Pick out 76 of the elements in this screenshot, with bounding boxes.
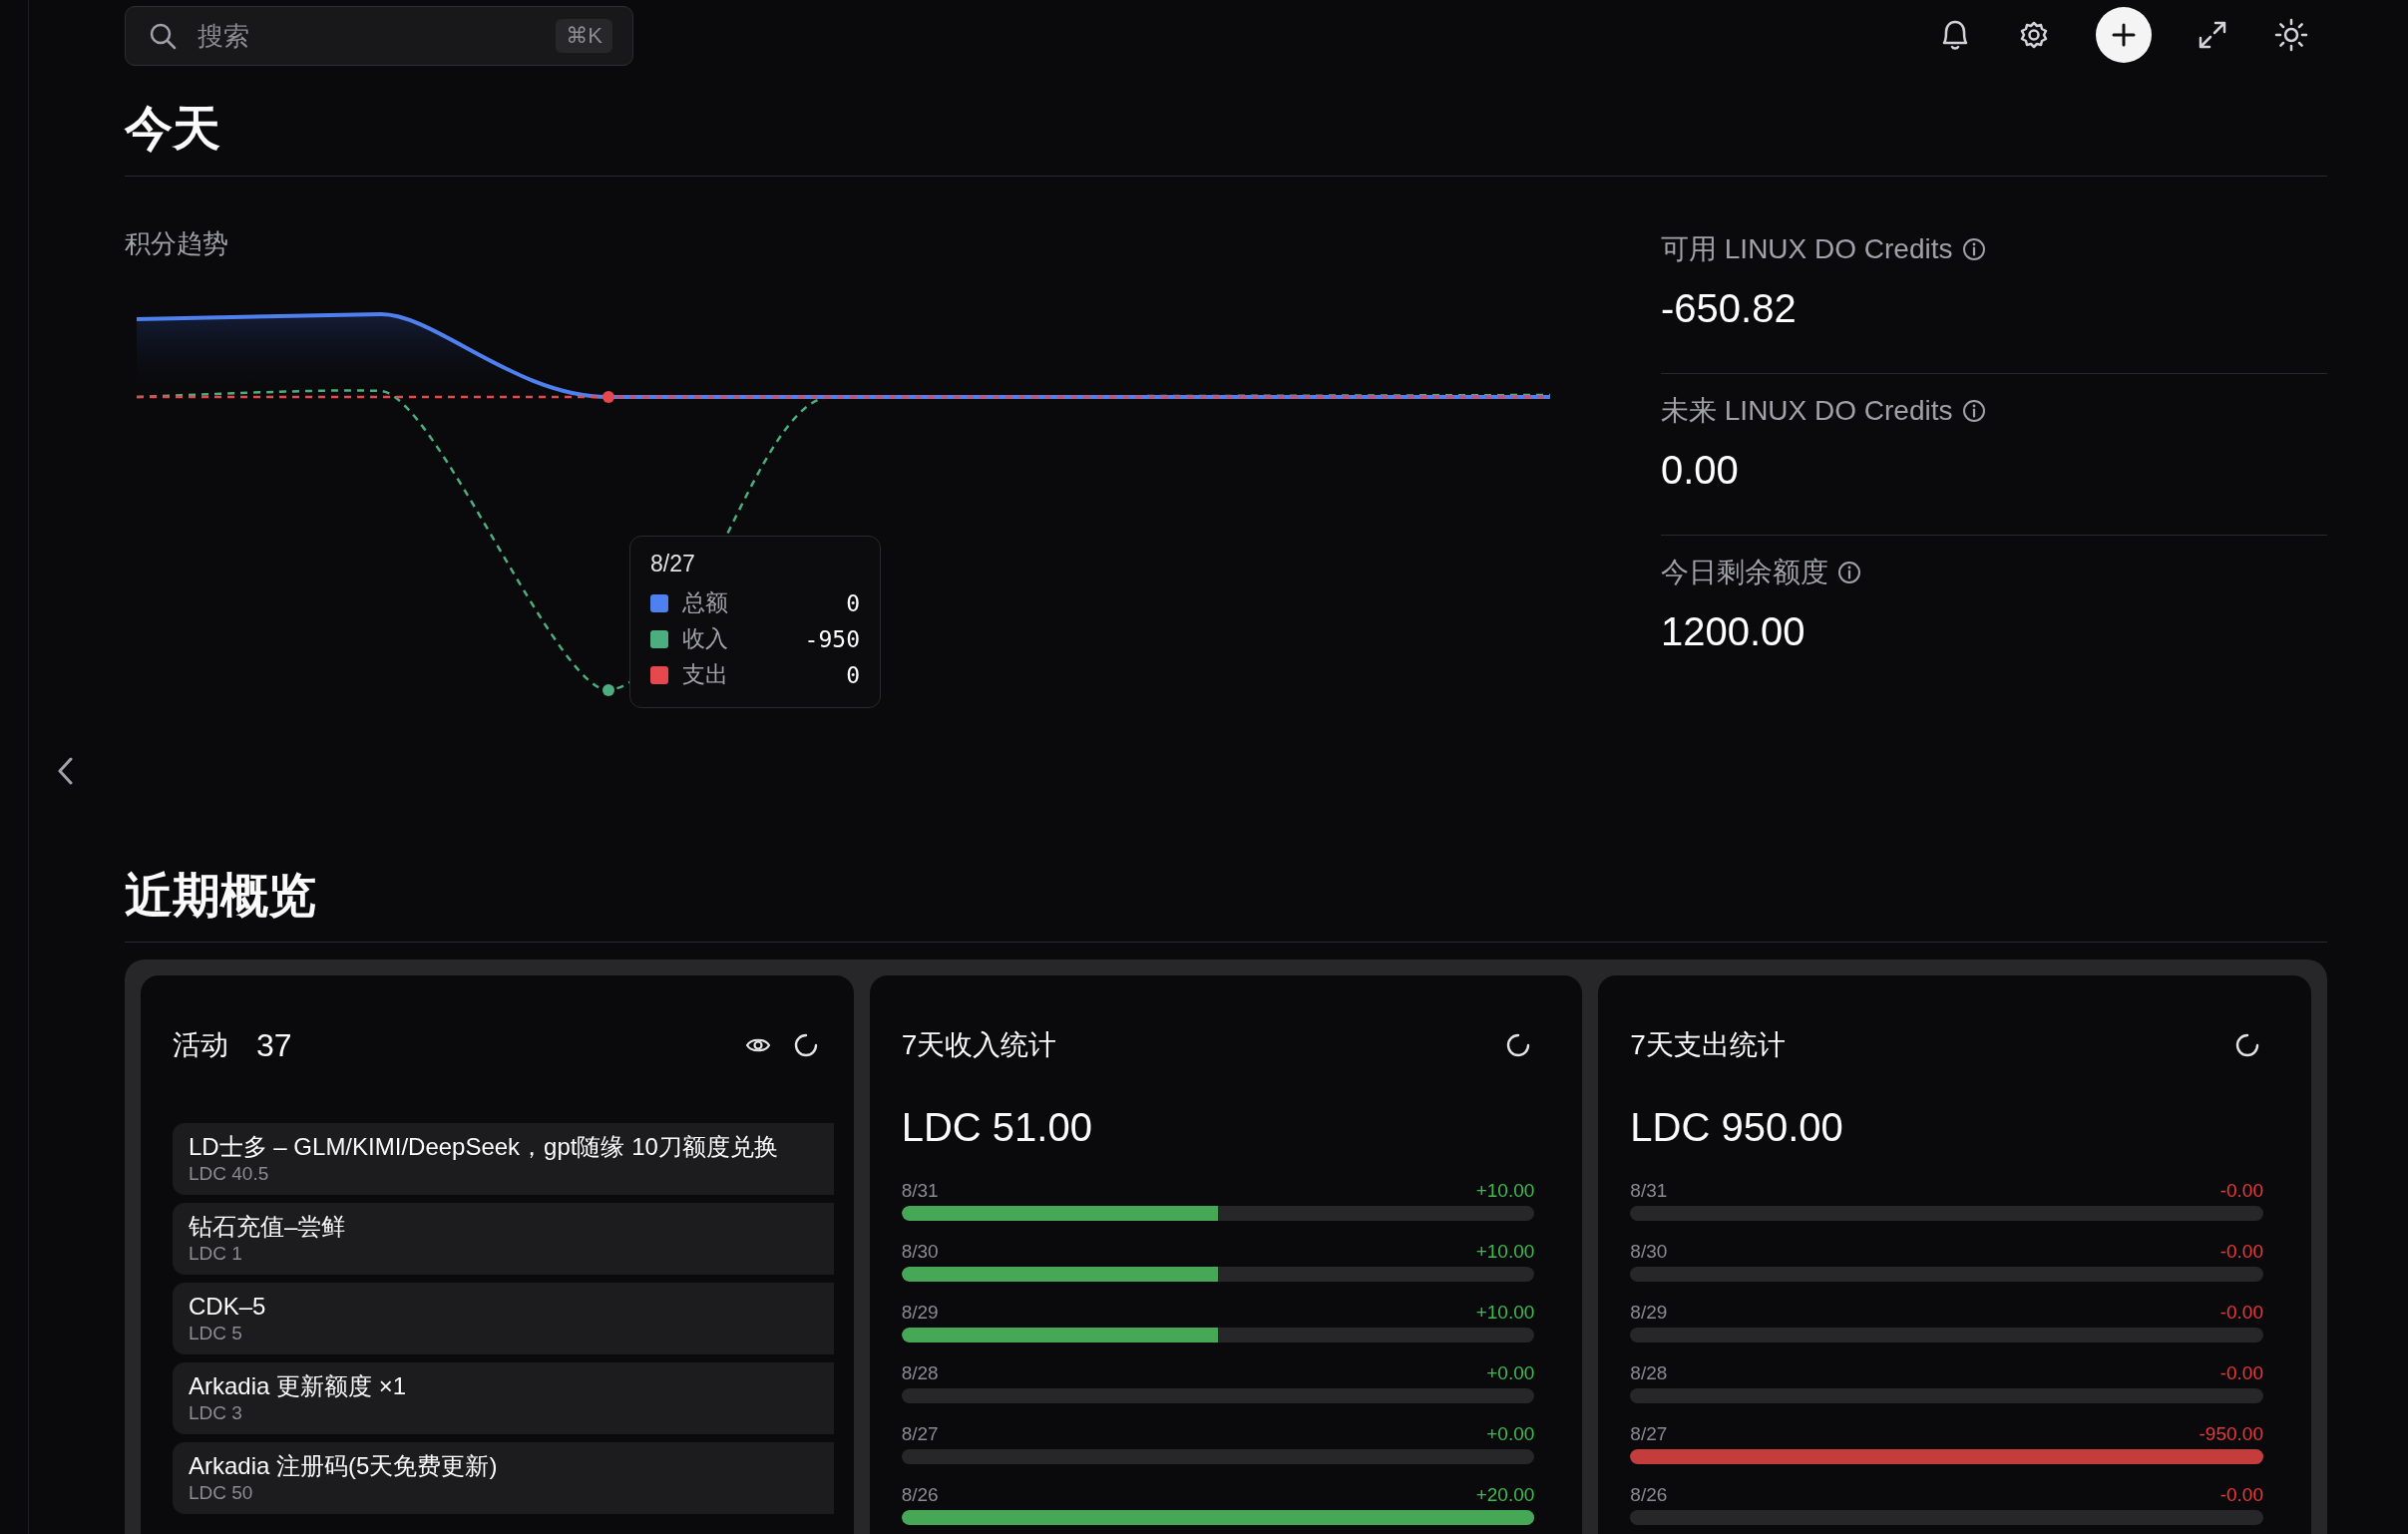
day-amount: -0.00 bbox=[2219, 1241, 2263, 1264]
day-amount: +10.00 bbox=[1475, 1180, 1535, 1203]
legend-value: 0 bbox=[846, 661, 860, 688]
stat-label: 未来 LINUX DO Credits bbox=[1661, 393, 1953, 428]
chart-point bbox=[602, 390, 614, 403]
day-amount: +0.00 bbox=[1486, 1423, 1535, 1446]
card-total: LDC 950.00 bbox=[1630, 1105, 1844, 1151]
sun-icon[interactable] bbox=[2273, 17, 2309, 53]
card-title: 7天支出统计 bbox=[1630, 1028, 1786, 1063]
day-date: 8/29 bbox=[901, 1302, 939, 1325]
section-title: 近期概览 bbox=[125, 867, 317, 924]
day-amount: +10.00 bbox=[1475, 1241, 1535, 1264]
legend-label: 收入 bbox=[682, 624, 728, 654]
info-icon[interactable] bbox=[1960, 235, 1987, 262]
chart-point bbox=[602, 683, 614, 696]
activity-title: CDK–5 bbox=[189, 1291, 267, 1322]
activity-amount: LDC 50 bbox=[189, 1480, 254, 1505]
refresh-icon[interactable] bbox=[1505, 1032, 1532, 1059]
chart-title: 积分趋势 bbox=[125, 226, 229, 260]
activity-title: 钻石充值–尝鲜 bbox=[189, 1212, 347, 1243]
info-icon[interactable] bbox=[1960, 397, 1987, 424]
day-date: 8/30 bbox=[1630, 1241, 1668, 1264]
legend-value: -950 bbox=[804, 625, 860, 652]
stat-label: 今日剩余额度 bbox=[1661, 555, 1828, 589]
add-button[interactable] bbox=[2096, 7, 2152, 63]
plus-icon bbox=[2111, 22, 2137, 48]
legend-value: 0 bbox=[846, 589, 860, 616]
shortcut-hint: ⌘K bbox=[556, 19, 612, 53]
day-amount: +20.00 bbox=[1475, 1484, 1535, 1507]
search-field[interactable]: 搜索 ⌘K bbox=[125, 6, 633, 66]
activity-count: 37 bbox=[256, 1026, 292, 1064]
stat-value: 0.00 bbox=[1661, 447, 1740, 493]
legend-label: 支出 bbox=[682, 660, 728, 690]
day-amount: -0.00 bbox=[2219, 1180, 2263, 1203]
day-date: 8/26 bbox=[1630, 1484, 1668, 1507]
activity-amount: LDC 3 bbox=[189, 1401, 243, 1425]
card-title: 7天收入统计 bbox=[901, 1028, 1057, 1063]
stat-value: -650.82 bbox=[1661, 285, 1798, 331]
activity-amount: LDC 40.5 bbox=[189, 1162, 270, 1187]
card-total: LDC 51.00 bbox=[901, 1105, 1093, 1151]
day-date: 8/31 bbox=[901, 1180, 939, 1203]
activity-item[interactable]: CDK–5 LDC 5 bbox=[173, 1282, 834, 1354]
day-amount: -0.00 bbox=[2219, 1484, 2263, 1507]
activity-item[interactable]: LD士多 – GLM/KIMI/DeepSeek，gpt随缘 10刀额度兑换 LDC 40.5 bbox=[173, 1123, 834, 1196]
search-input[interactable]: 搜索 bbox=[196, 19, 539, 53]
tooltip-date: 8/27 bbox=[650, 550, 696, 577]
card-title: 活动 bbox=[173, 1028, 228, 1063]
legend-label: 总额 bbox=[682, 588, 728, 618]
activity-item[interactable]: Arkadia 更新额度 ×1 LDC 3 bbox=[173, 1361, 834, 1434]
activity-item[interactable]: 钻石充值–尝鲜 LDC 1 bbox=[173, 1203, 834, 1275]
section-title: 今天 bbox=[125, 101, 221, 157]
day-amount: -0.00 bbox=[2219, 1362, 2263, 1385]
stat-value: 1200.00 bbox=[1661, 608, 1806, 654]
day-date: 8/27 bbox=[1630, 1423, 1668, 1446]
info-icon[interactable] bbox=[1836, 559, 1862, 585]
day-amount: -950.00 bbox=[2199, 1423, 2263, 1446]
day-amount: +10.00 bbox=[1475, 1302, 1535, 1325]
refresh-icon[interactable] bbox=[2234, 1032, 2260, 1059]
day-date: 8/29 bbox=[1630, 1302, 1668, 1325]
search-icon bbox=[148, 21, 178, 51]
activity-item[interactable]: Arkadia 注册码(5天免费更新) LDC 50 bbox=[173, 1441, 834, 1514]
refresh-icon[interactable] bbox=[792, 1032, 819, 1059]
day-date: 8/28 bbox=[1630, 1362, 1668, 1385]
day-amount: +0.00 bbox=[1486, 1362, 1535, 1385]
day-date: 8/31 bbox=[1630, 1180, 1668, 1203]
activity-title: Arkadia 注册码(5天免费更新) bbox=[189, 1450, 499, 1481]
day-date: 8/26 bbox=[901, 1484, 939, 1507]
day-date: 8/30 bbox=[901, 1241, 939, 1264]
day-date: 8/28 bbox=[901, 1362, 939, 1385]
activity-amount: LDC 1 bbox=[189, 1242, 243, 1267]
day-date: 8/27 bbox=[901, 1423, 939, 1446]
activity-amount: LDC 5 bbox=[189, 1322, 243, 1346]
activity-title: Arkadia 更新额度 ×1 bbox=[189, 1370, 408, 1401]
day-amount: -0.00 bbox=[2219, 1302, 2263, 1325]
stat-label: 可用 LINUX DO Credits bbox=[1661, 231, 1953, 266]
activity-title: LD士多 – GLM/KIMI/DeepSeek，gpt随缘 10刀额度兑换 bbox=[189, 1132, 779, 1163]
